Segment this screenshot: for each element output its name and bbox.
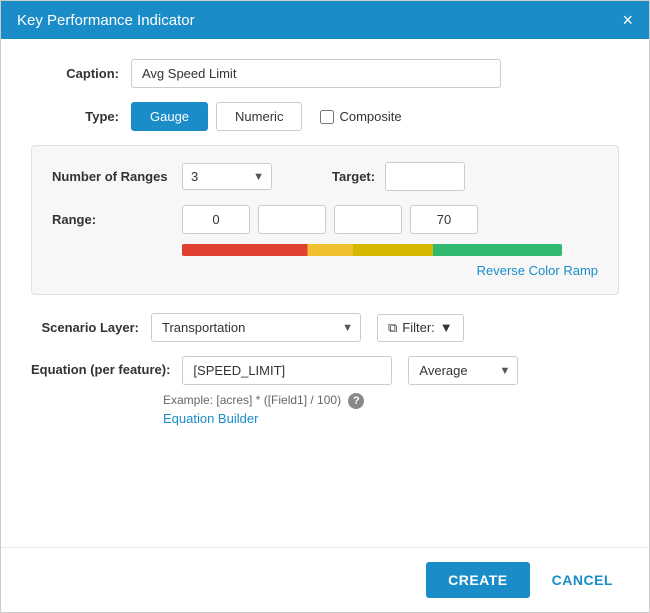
cancel-button[interactable]: CANCEL [536,562,629,598]
gauge-button[interactable]: Gauge [131,102,208,131]
dialog-header: Key Performance Indicator × [1,1,649,39]
range-row: Range: [52,205,598,234]
reverse-color-ramp-link[interactable]: Reverse Color Ramp [477,263,598,278]
create-button[interactable]: CREATE [426,562,530,598]
color-ramp-bar [182,244,562,256]
filter-icon: ⧉ [388,320,397,336]
ranges-label: Number of Ranges [52,169,182,184]
scenario-select[interactable]: Transportation [151,313,361,342]
range-input-2[interactable] [334,205,402,234]
scenario-label: Scenario Layer: [31,320,151,335]
type-group: Gauge Numeric Composite [131,102,402,131]
equation-input[interactable] [182,356,392,385]
composite-checkbox-label[interactable]: Composite [320,109,401,124]
equation-row: Equation (per feature): Average Sum Min … [31,356,619,385]
numeric-button[interactable]: Numeric [216,102,302,131]
filter-arrow-icon: ▼ [440,320,453,335]
equation-label: Equation (per feature): [31,356,182,379]
type-label: Type: [31,109,131,124]
ranges-select-wrap: 3 2 4 5 ▼ [182,163,272,190]
equation-input-wrap [182,356,392,385]
equation-builder-link[interactable]: Equation Builder [163,411,619,426]
caption-input[interactable] [131,59,501,88]
aggregate-select-wrap: Average Sum Min Max ▼ [408,356,518,385]
equation-hints: Example: [acres] * ([Field1] / 100) ? Eq… [163,391,619,426]
help-icon[interactable]: ? [348,393,364,409]
dialog-footer: CREATE CANCEL [1,547,649,612]
scenario-row: Scenario Layer: Transportation ▼ ⧉ Filte… [31,313,619,342]
range-label: Range: [52,212,182,227]
ranges-target-row: Number of Ranges 3 2 4 5 ▼ Target: [52,162,598,191]
target-label: Target: [332,169,375,184]
reverse-link-wrap: Reverse Color Ramp [52,262,598,278]
equation-example: Example: [acres] * ([Field1] / 100) ? [163,393,364,407]
gauge-section: Number of Ranges 3 2 4 5 ▼ Target: Range… [31,145,619,295]
range-input-3[interactable] [410,205,478,234]
composite-label-text: Composite [339,109,401,124]
dialog-body: Caption: Type: Gauge Numeric Composite N… [1,39,649,547]
target-input[interactable] [385,162,465,191]
ranges-select[interactable]: 3 2 4 5 [182,163,272,190]
caption-row: Caption: [31,59,619,88]
caption-label: Caption: [31,66,131,81]
aggregate-select[interactable]: Average Sum Min Max [408,356,518,385]
filter-button[interactable]: ⧉ Filter: ▼ [377,314,464,342]
dialog-title: Key Performance Indicator [17,12,195,29]
equation-example-text: Example: [acres] * ([Field1] / 100) [163,393,341,407]
filter-label: Filter: [402,320,435,335]
range-inputs [182,205,478,234]
type-row: Type: Gauge Numeric Composite [31,102,619,131]
scenario-select-wrap: Transportation ▼ [151,313,361,342]
range-input-1[interactable] [258,205,326,234]
composite-checkbox[interactable] [320,110,334,124]
kpi-dialog: Key Performance Indicator × Caption: Typ… [0,0,650,613]
close-button[interactable]: × [622,11,633,29]
range-input-0[interactable] [182,205,250,234]
